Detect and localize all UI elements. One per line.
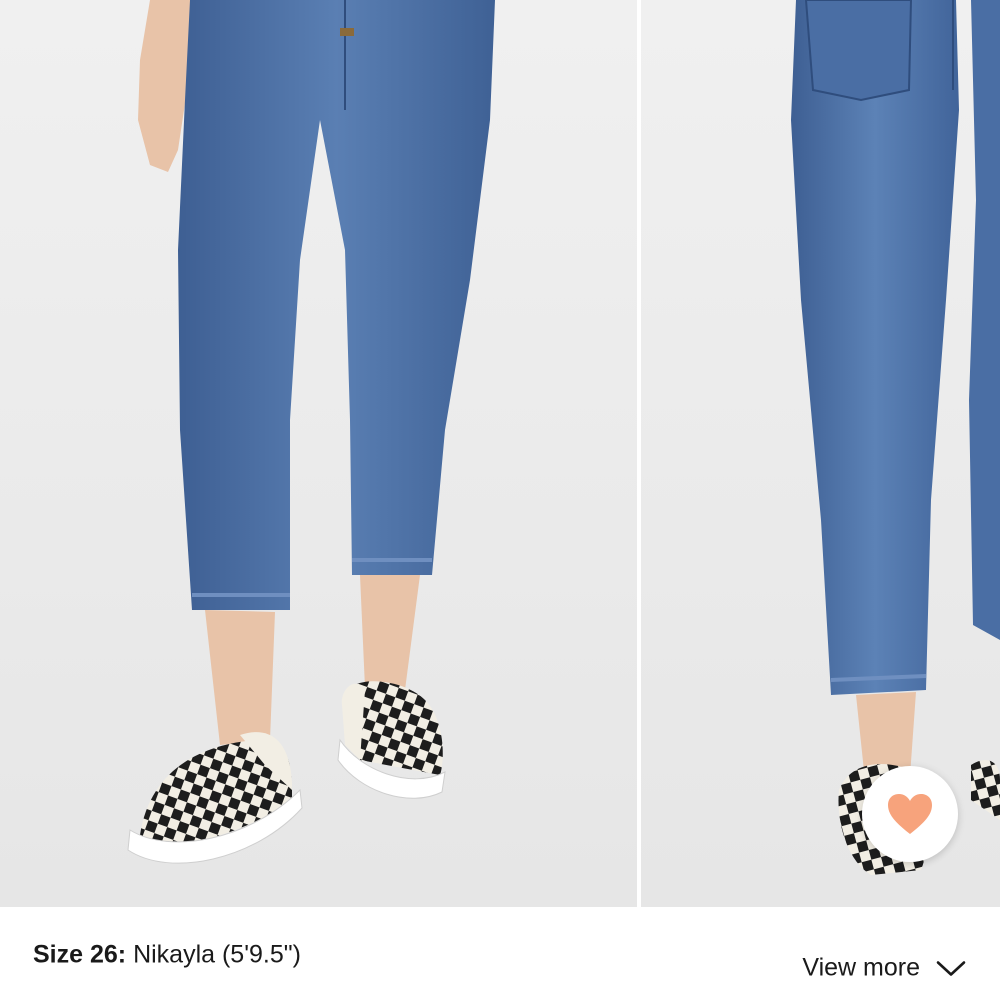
size-label: Size 26:	[33, 940, 127, 969]
view-more-button[interactable]: View more	[802, 954, 966, 983]
view-more-label: View more	[802, 953, 920, 982]
product-photo-front[interactable]	[0, 0, 637, 907]
model-description: Nikayla (5'9.5")	[133, 940, 301, 969]
favorite-button[interactable]	[862, 766, 958, 862]
model-size-info: Size 26: Nikayla (5'9.5")	[33, 941, 301, 970]
chevron-down-icon	[936, 960, 966, 976]
heart-icon	[888, 794, 932, 834]
product-image-gallery[interactable]	[0, 0, 1000, 907]
product-photo-back[interactable]	[641, 0, 1000, 907]
